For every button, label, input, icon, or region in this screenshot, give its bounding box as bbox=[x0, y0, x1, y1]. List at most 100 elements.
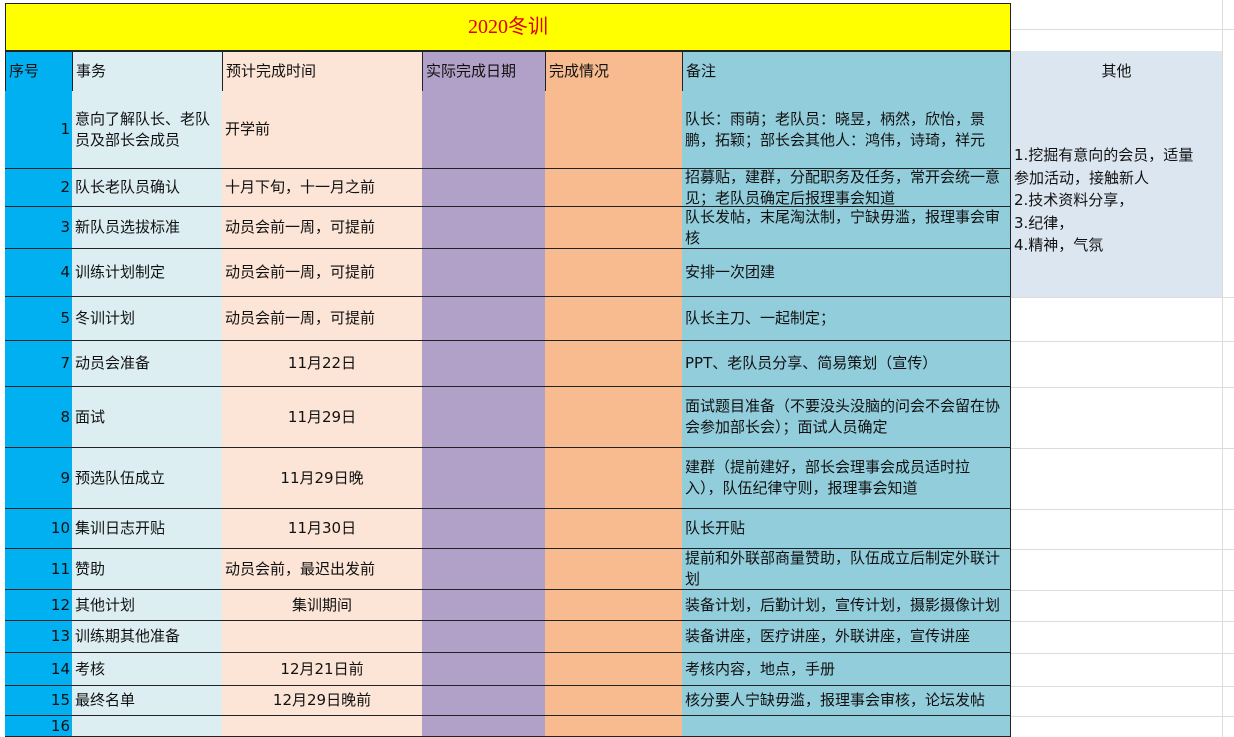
cell-task[interactable]: 训练计划制定 bbox=[72, 249, 223, 297]
cell-task[interactable]: 新队员选拔标准 bbox=[72, 207, 223, 249]
cell-task[interactable]: 队长老队员确认 bbox=[72, 169, 223, 207]
cell-actual-date[interactable] bbox=[422, 169, 546, 207]
cell-planned-time[interactable]: 12月21日前 bbox=[222, 653, 423, 686]
cell-seq[interactable]: 14 bbox=[5, 653, 73, 686]
cell-planned-time[interactable]: 十月下旬，十一月之前 bbox=[222, 169, 423, 207]
cell-seq[interactable]: 9 bbox=[5, 448, 73, 509]
cell-note[interactable]: 提前和外联部商量赞助，队伍成立后制定外联计划 bbox=[682, 549, 1011, 590]
cell-actual-date[interactable] bbox=[422, 653, 546, 686]
cell-note[interactable]: 队长主刀、一起制定； bbox=[682, 297, 1011, 341]
cell-status[interactable] bbox=[545, 297, 683, 341]
cell-seq[interactable]: 2 bbox=[5, 169, 73, 207]
cell-note[interactable]: 装备计划，后勤计划，宣传计划，摄影摄像计划 bbox=[682, 590, 1011, 621]
cell-status[interactable] bbox=[545, 621, 683, 653]
other-item: 3.纪律， bbox=[1014, 213, 1074, 232]
cell-status[interactable] bbox=[545, 686, 683, 716]
cell-planned-time[interactable]: 集训期间 bbox=[222, 590, 423, 621]
cell-task[interactable]: 集训日志开贴 bbox=[72, 509, 223, 549]
cell-seq[interactable]: 10 bbox=[5, 509, 73, 549]
header-note[interactable]: 备注 bbox=[682, 51, 1011, 92]
cell-status[interactable] bbox=[545, 653, 683, 686]
cell-status[interactable] bbox=[545, 249, 683, 297]
cell-actual-date[interactable] bbox=[422, 207, 546, 249]
cell-status[interactable] bbox=[545, 387, 683, 448]
cell-seq[interactable]: 4 bbox=[5, 249, 73, 297]
cell-actual-date[interactable] bbox=[422, 297, 546, 341]
cell-actual-date[interactable] bbox=[422, 249, 546, 297]
cell-status[interactable] bbox=[545, 549, 683, 590]
header-actual-date[interactable]: 实际完成日期 bbox=[422, 51, 546, 92]
cell-actual-date[interactable] bbox=[422, 590, 546, 621]
cell-planned-time[interactable] bbox=[222, 716, 423, 737]
cell-actual-date[interactable] bbox=[422, 341, 546, 387]
cell-planned-time[interactable]: 11月29日晚 bbox=[222, 448, 423, 509]
cell-actual-date[interactable] bbox=[422, 621, 546, 653]
cell-task[interactable]: 动员会准备 bbox=[72, 341, 223, 387]
cell-task[interactable]: 预选队伍成立 bbox=[72, 448, 223, 509]
cell-seq[interactable]: 5 bbox=[5, 297, 73, 341]
header-planned-time[interactable]: 预计完成时间 bbox=[222, 51, 423, 92]
cell-planned-time[interactable]: 开学前 bbox=[222, 91, 423, 169]
cell-seq[interactable]: 12 bbox=[5, 590, 73, 621]
cell-seq[interactable]: 16 bbox=[5, 716, 73, 737]
cell-note[interactable]: 面试题目准备（不要没头没脑的问会不会留在协会参加部长会）；面试人员确定 bbox=[682, 387, 1011, 448]
cell-seq[interactable]: 11 bbox=[5, 549, 73, 590]
cell-actual-date[interactable] bbox=[422, 549, 546, 590]
cell-planned-time[interactable]: 动员会前一周，可提前 bbox=[222, 207, 423, 249]
cell-actual-date[interactable] bbox=[422, 716, 546, 737]
cell-actual-date[interactable] bbox=[422, 91, 546, 169]
cell-status[interactable] bbox=[545, 91, 683, 169]
cell-note[interactable]: 队长发帖，末尾淘汰制，宁缺毋滥，报理事会审核 bbox=[682, 207, 1011, 249]
cell-note[interactable]: 招募贴，建群，分配职务及任务，常开会统一意见；老队员确定后报理事会知道 bbox=[682, 169, 1011, 207]
cell-note[interactable]: 考核内容，地点，手册 bbox=[682, 653, 1011, 686]
header-seq[interactable]: 序号 bbox=[5, 51, 73, 92]
cell-note[interactable]: 建群（提前建好，部长会理事会成员适时拉入），队伍纪律守则，报理事会知道 bbox=[682, 448, 1011, 509]
cell-note[interactable]: PPT、老队员分享、简易策划（宣传） bbox=[682, 341, 1011, 387]
cell-planned-time[interactable] bbox=[222, 621, 423, 653]
cell-seq[interactable]: 13 bbox=[5, 621, 73, 653]
cell-seq[interactable]: 15 bbox=[5, 686, 73, 716]
cell-note[interactable]: 安排一次团建 bbox=[682, 249, 1011, 297]
cell-seq[interactable]: 1 bbox=[5, 91, 73, 169]
cell-note[interactable]: 队长：雨萌；老队员：晓昱，柄然，欣怡，景鹏，拓颖；部长会其他人：鸿伟，诗琦，祥元 bbox=[682, 91, 1011, 169]
cell-task[interactable] bbox=[72, 716, 223, 737]
cell-status[interactable] bbox=[545, 716, 683, 737]
cell-planned-time[interactable]: 11月22日 bbox=[222, 341, 423, 387]
header-task[interactable]: 事务 bbox=[72, 51, 223, 92]
cell-actual-date[interactable] bbox=[422, 686, 546, 716]
cell-status[interactable] bbox=[545, 448, 683, 509]
cell-planned-time[interactable]: 11月30日 bbox=[222, 509, 423, 549]
sheet-title[interactable]: 2020冬训 bbox=[5, 3, 1011, 51]
cell-planned-time[interactable]: 动员会前，最迟出发前 bbox=[222, 549, 423, 590]
cell-task[interactable]: 冬训计划 bbox=[72, 297, 223, 341]
cell-task[interactable]: 考核 bbox=[72, 653, 223, 686]
other-notes-cell[interactable]: 1.挖掘有意向的会员，适量 参加活动，接触新人 2.技术资料分享， 3.纪律， … bbox=[1011, 91, 1222, 297]
cell-actual-date[interactable] bbox=[422, 387, 546, 448]
cell-planned-time[interactable]: 动员会前一周，可提前 bbox=[222, 249, 423, 297]
cell-status[interactable] bbox=[545, 341, 683, 387]
cell-planned-time[interactable]: 12月29日晚前 bbox=[222, 686, 423, 716]
cell-seq[interactable]: 7 bbox=[5, 341, 73, 387]
cell-note[interactable]: 核分要人宁缺毋滥，报理事会审核，论坛发帖 bbox=[682, 686, 1011, 716]
cell-seq[interactable]: 8 bbox=[5, 387, 73, 448]
cell-task[interactable]: 意向了解队长、老队员及部长会成员 bbox=[72, 91, 223, 169]
cell-note[interactable]: 队长开贴 bbox=[682, 509, 1011, 549]
cell-task[interactable]: 面试 bbox=[72, 387, 223, 448]
cell-planned-time[interactable]: 11月29日 bbox=[222, 387, 423, 448]
cell-status[interactable] bbox=[545, 169, 683, 207]
cell-actual-date[interactable] bbox=[422, 448, 546, 509]
cell-status[interactable] bbox=[545, 207, 683, 249]
cell-actual-date[interactable] bbox=[422, 509, 546, 549]
header-status[interactable]: 完成情况 bbox=[545, 51, 683, 92]
cell-task[interactable]: 训练期其他准备 bbox=[72, 621, 223, 653]
cell-task[interactable]: 赞助 bbox=[72, 549, 223, 590]
cell-task[interactable]: 其他计划 bbox=[72, 590, 223, 621]
cell-note[interactable] bbox=[682, 716, 1011, 737]
cell-seq[interactable]: 3 bbox=[5, 207, 73, 249]
cell-note[interactable]: 装备讲座，医疗讲座，外联讲座，宣传讲座 bbox=[682, 621, 1011, 653]
cell-planned-time[interactable]: 动员会前一周，可提前 bbox=[222, 297, 423, 341]
cell-task[interactable]: 最终名单 bbox=[72, 686, 223, 716]
cell-status[interactable] bbox=[545, 509, 683, 549]
header-other[interactable]: 其他 bbox=[1011, 51, 1222, 92]
cell-status[interactable] bbox=[545, 590, 683, 621]
